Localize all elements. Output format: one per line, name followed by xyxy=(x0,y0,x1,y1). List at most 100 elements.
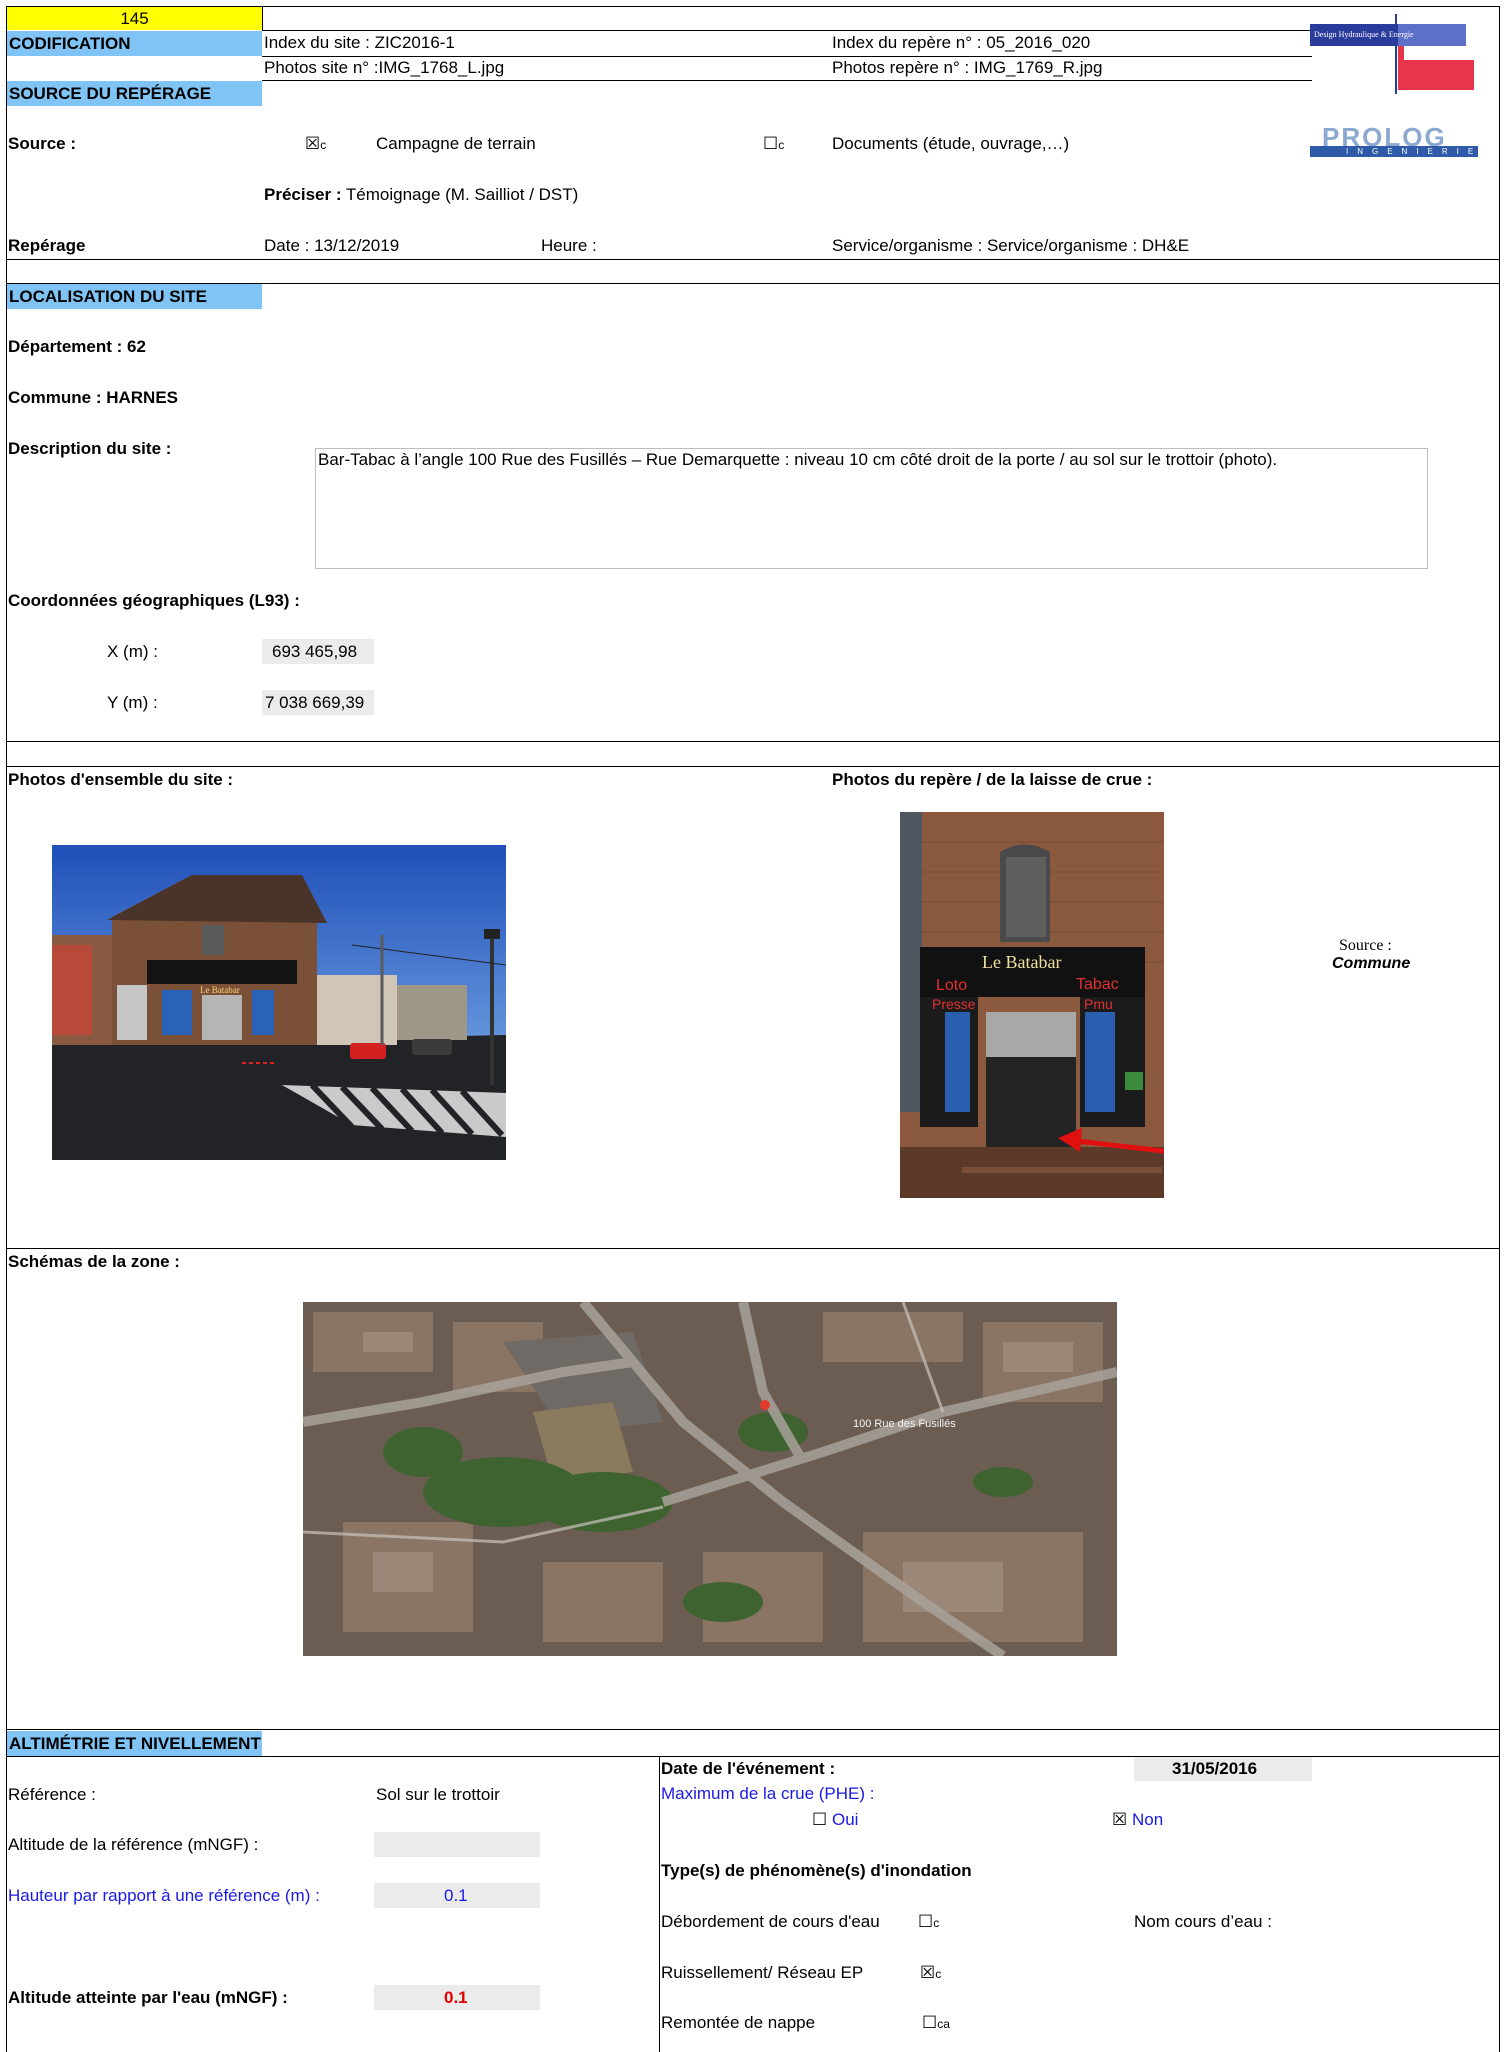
preciser-label: Préciser : xyxy=(264,185,342,204)
nappe-option[interactable]: ☐ca xyxy=(922,2013,950,2033)
campagne-checkbox[interactable]: ☒ xyxy=(305,134,320,153)
ruissellement-checkbox[interactable]: ☒ xyxy=(920,1963,935,1982)
codification-header: CODIFICATION xyxy=(7,31,262,56)
departement: Département : 62 xyxy=(8,337,146,356)
localisation-section-header: LOCALISATION DU SITE xyxy=(7,284,262,309)
dhe-logo: Design Hydraulique & Energie xyxy=(1310,14,1490,94)
marker-photos: Photos repère n° : IMG_1769_R.jpg xyxy=(832,58,1103,77)
documents-checkbox-tail: c xyxy=(778,138,785,152)
marker-shop-presse: Presse xyxy=(932,996,976,1012)
section-line-4 xyxy=(6,766,1500,767)
photo-source-label: Source : xyxy=(1339,937,1392,954)
section-line-3 xyxy=(6,741,1500,742)
phe-non-checkbox[interactable]: ☒ xyxy=(1112,1810,1127,1829)
phe-oui-checkbox[interactable]: ☐ xyxy=(812,1810,827,1829)
event-date-value: 31/05/2016 xyxy=(1172,1759,1258,1778)
reperage-service: Service/organisme : Service/organisme : … xyxy=(832,236,1190,255)
codif-top-line xyxy=(262,30,1312,31)
photo-source-value: Commune xyxy=(1332,955,1411,972)
codif-mid-line xyxy=(262,56,1312,57)
coords-label: Coordonnées géographiques (L93) : xyxy=(8,591,300,610)
site-photo-shop-sign: Le Batabar xyxy=(200,985,240,995)
source-option-campagne[interactable]: ☒c xyxy=(305,134,326,154)
source-section-header: SOURCE DU REPÉRAGE xyxy=(7,81,262,106)
marker-shop-loto: Loto xyxy=(936,977,968,994)
marker-shop-sign: Le Batabar xyxy=(982,952,1062,972)
section-line-6 xyxy=(6,1729,1500,1730)
ruissellement-checkbox-tail: c xyxy=(935,1967,942,1981)
codification-divider xyxy=(262,6,263,31)
description-box: Bar-Tabac à l’angle 100 Rue des Fusillés… xyxy=(315,448,1428,569)
codif-bottom-line xyxy=(262,80,1312,81)
dhe-logo-text: Design Hydraulique & Energie xyxy=(1314,30,1414,39)
ruissellement-label: Ruissellement/ Réseau EP xyxy=(661,1963,864,1982)
site-photos: Photos site n° :IMG_1768_L.jpg xyxy=(264,58,505,77)
alt-ref-label: Altitude de la référence (mNGF) : xyxy=(8,1835,259,1854)
alt-atteinte-value: 0.1 xyxy=(444,1988,468,2007)
source-label: Source : xyxy=(8,134,77,153)
nom-cours-label: Nom cours d’eau : xyxy=(1134,1912,1272,1931)
aerial-map-drawing xyxy=(303,1302,1117,1656)
site-overview-photo: Le Batabar xyxy=(52,845,506,1160)
marker-photo: Le Batabar Loto Presse Tabac Pmu xyxy=(900,812,1164,1198)
description-label: Description du site : xyxy=(8,439,172,458)
altimetrie-divider xyxy=(659,1756,660,2052)
section-line-5 xyxy=(6,1248,1500,1249)
phe-non-label: Non xyxy=(1131,1810,1164,1829)
alt-atteinte-label: Altitude atteinte par l'eau (mNGF) : xyxy=(8,1988,288,2007)
dhe-logo-graphic xyxy=(1310,14,1474,94)
prolog-logo-sub: INGENIERIE xyxy=(1346,147,1483,156)
description-text: Bar-Tabac à l’angle 100 Rue des Fusillés… xyxy=(318,450,1278,469)
marker-photos-label: Photos du repère / de la laisse de crue … xyxy=(832,770,1153,789)
marker-shop-pmu: Pmu xyxy=(1084,996,1113,1012)
commune: Commune : HARNES xyxy=(8,388,179,407)
ruissellement-option[interactable]: ☒c xyxy=(920,1963,941,1983)
site-index: Index du site : ZIC2016-1 xyxy=(264,33,455,52)
debordement-label: Débordement de cours d'eau xyxy=(661,1912,880,1931)
documents-checkbox[interactable]: ☐ xyxy=(763,134,778,153)
marker-shop-tabac: Tabac xyxy=(1076,976,1119,993)
y-value: 7 038 669,39 xyxy=(265,693,365,712)
campagne-label: Campagne de terrain xyxy=(376,134,536,153)
site-photos-label: Photos d'ensemble du site : xyxy=(8,770,234,789)
y-label: Y (m) : xyxy=(107,693,158,712)
section-line-1 xyxy=(6,259,1500,260)
schema-aerial-map: 100 Rue des Fusillés xyxy=(303,1302,1117,1656)
hauteur-label: Hauteur par rapport à une référence (m) … xyxy=(8,1886,320,1905)
event-date-label: Date de l'événement : xyxy=(661,1759,836,1778)
x-value: 693 465,98 xyxy=(272,642,358,661)
reperage-heure: Heure : xyxy=(541,236,597,255)
phe-oui-label: Oui xyxy=(831,1810,859,1829)
altimetrie-section-header: ALTIMÉTRIE ET NIVELLEMENT xyxy=(7,1731,262,1756)
phe-label: Maximum de la crue (PHE) : xyxy=(661,1784,875,1803)
reperage-date: Date : 13/12/2019 xyxy=(264,236,400,255)
reference-label: Référence : xyxy=(8,1785,96,1804)
nappe-label: Remontée de nappe xyxy=(661,2013,816,2032)
map-location-label: 100 Rue des Fusillés xyxy=(853,1418,956,1430)
reference-value: Sol sur le trottoir xyxy=(376,1785,500,1804)
types-label: Type(s) de phénomène(s) d'inondation xyxy=(661,1861,972,1880)
id-number-cell: 145 xyxy=(7,7,262,30)
nappe-checkbox-tail: ca xyxy=(937,2017,950,2031)
preciser-line: Préciser : Témoignage (M. Sailliot / DST… xyxy=(264,185,578,205)
outer-right-border xyxy=(1499,6,1500,2052)
source-option-documents[interactable]: ☐c xyxy=(763,134,784,154)
hauteur-value: 0.1 xyxy=(444,1886,468,1905)
debordement-option[interactable]: ☐c xyxy=(918,1912,939,1932)
phe-non-option[interactable]: ☒ Non xyxy=(1112,1810,1163,1830)
alt-ref-value-cell xyxy=(374,1832,540,1857)
campagne-checkbox-tail: c xyxy=(320,138,327,152)
id-number: 145 xyxy=(120,9,149,28)
preciser-value: Témoignage (M. Sailliot / DST) xyxy=(341,185,579,204)
documents-label: Documents (étude, ouvrage,…) xyxy=(832,134,1070,153)
site-overview-drawing xyxy=(52,845,506,1160)
phe-oui-option[interactable]: ☐ Oui xyxy=(812,1810,858,1830)
schema-label: Schémas de la zone : xyxy=(8,1252,180,1271)
debordement-checkbox-tail: c xyxy=(933,1916,940,1930)
prolog-logo: PROLOG INGENIERIE xyxy=(1310,122,1480,158)
x-label: X (m) : xyxy=(107,642,158,661)
nappe-checkbox[interactable]: ☐ xyxy=(922,2013,937,2032)
reperage-label: Repérage xyxy=(8,236,86,255)
debordement-checkbox[interactable]: ☐ xyxy=(918,1912,933,1931)
marker-index: Index du repère n° : 05_2016_020 xyxy=(832,33,1091,52)
